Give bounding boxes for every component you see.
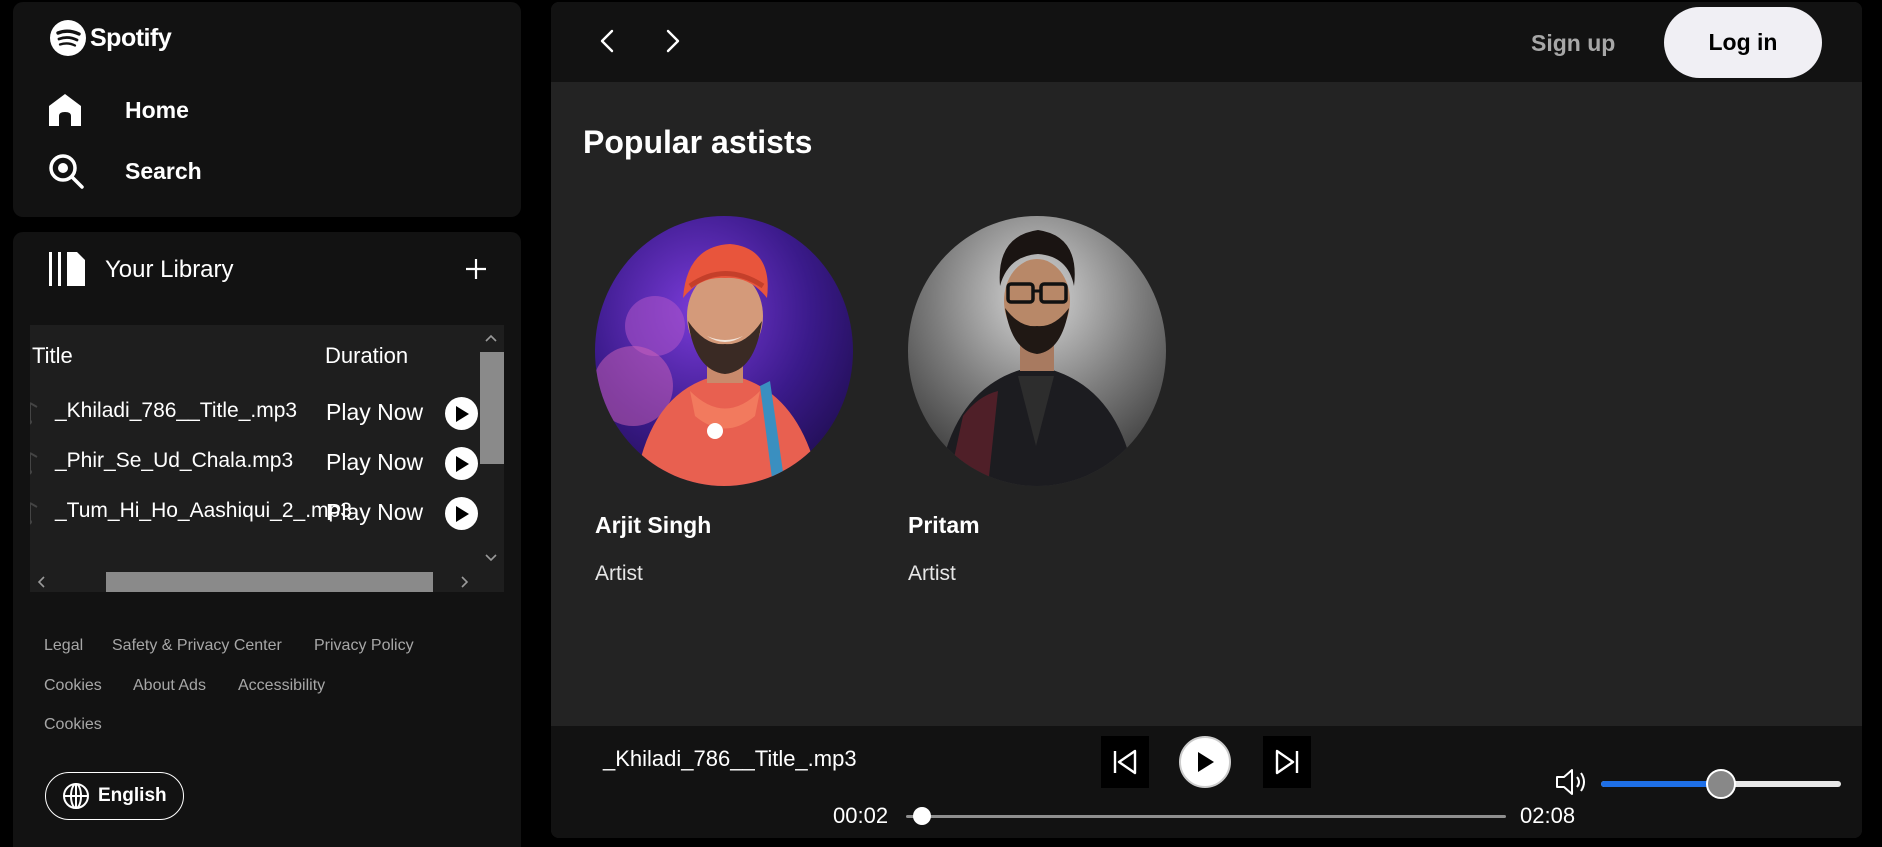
- play-icon: [455, 405, 469, 422]
- skip-previous-icon: [1113, 749, 1137, 775]
- track-title: _Khiladi_786__Title_.mp3: [55, 399, 298, 422]
- library-label: Your Library: [105, 256, 234, 283]
- artist-photo: [908, 216, 1166, 486]
- play-icon: [455, 505, 469, 522]
- nav-search[interactable]: Search: [47, 152, 202, 190]
- track-title: _Tum_Hi_Ho_Aashiqui_2_.mp3: [55, 499, 352, 522]
- plus-icon: [466, 259, 486, 279]
- track-play-button[interactable]: [445, 447, 478, 480]
- artist-name: Arjit Singh: [595, 512, 712, 538]
- artist-photo: [595, 216, 853, 486]
- nav-search-label: Search: [125, 157, 202, 184]
- track-title: _Phir_Se_Ud_Chala.mp3: [55, 449, 294, 472]
- signup-button[interactable]: Sign up: [1531, 30, 1615, 57]
- now-playing-title: _Khiladi_786__Title_.mp3: [603, 746, 857, 771]
- music-note-icon: [30, 502, 38, 525]
- footer-link-safety-privacy[interactable]: Safety & Privacy Center: [112, 637, 282, 655]
- play-icon: [1198, 752, 1214, 772]
- globe-icon: [63, 783, 89, 809]
- back-arrow-icon[interactable]: [593, 26, 623, 56]
- nav-panel: Spotify Home Search: [13, 2, 521, 217]
- volume-fill: [1601, 781, 1721, 787]
- total-time: 02:08: [1520, 803, 1576, 828]
- scroll-up-arrow-icon[interactable]: [484, 331, 498, 345]
- spotify-icon: [50, 20, 86, 56]
- section-title: Popular astists: [583, 124, 813, 160]
- library-header[interactable]: Your Library: [47, 250, 234, 288]
- track-play-button[interactable]: [445, 497, 478, 530]
- column-header-title: Title: [32, 343, 73, 368]
- footer-link-privacy-policy[interactable]: Privacy Policy: [314, 637, 414, 655]
- forward-arrow-icon[interactable]: [657, 26, 687, 56]
- play-now-link[interactable]: Play Now: [326, 449, 423, 476]
- search-icon: [49, 154, 84, 189]
- top-bar: Sign up Log in: [551, 2, 1862, 82]
- scroll-down-arrow-icon[interactable]: [484, 551, 498, 565]
- footer-link-about-ads[interactable]: About Ads: [133, 677, 206, 695]
- home-icon: [49, 94, 81, 126]
- vertical-scroll-thumb[interactable]: [480, 352, 504, 464]
- track-play-button[interactable]: [445, 397, 478, 430]
- elapsed-time: 00:02: [833, 803, 889, 828]
- footer-link-cookies[interactable]: Cookies: [44, 677, 102, 695]
- scroll-right-arrow-icon[interactable]: [458, 575, 472, 589]
- volume-knob[interactable]: [1706, 769, 1736, 799]
- column-header-duration: Duration: [325, 343, 409, 368]
- vertical-scrollbar[interactable]: [478, 325, 504, 572]
- horizontal-scroll-thumb[interactable]: [106, 572, 433, 592]
- progress-bar[interactable]: [906, 807, 1506, 825]
- add-playlist-button[interactable]: [461, 254, 491, 284]
- volume-slider[interactable]: [1601, 769, 1841, 799]
- brand-name: Spotify: [90, 23, 172, 52]
- main-content: Sign up Log in Popular astists Arjit Sin…: [551, 2, 1862, 838]
- play-now-link[interactable]: Play Now: [326, 499, 423, 526]
- scroll-left-arrow-icon[interactable]: [34, 575, 48, 589]
- player-bar: _Khiladi_786__Title_.mp3 00:02 02:08: [551, 726, 1862, 838]
- track-table: Title Duration _Khiladi_786__Title_.mp3 …: [30, 325, 478, 572]
- footer-link-cookies-2[interactable]: Cookies: [44, 716, 102, 734]
- artist-card[interactable]: Arjit Singh Artist: [583, 214, 853, 604]
- music-note-icon: [30, 452, 38, 475]
- volume-icon[interactable]: [1554, 767, 1590, 797]
- horizontal-scrollbar[interactable]: [30, 572, 504, 592]
- play-now-link[interactable]: Play Now: [326, 399, 423, 426]
- play-icon: [455, 455, 469, 472]
- artist-name: Pritam: [908, 512, 980, 538]
- footer-link-legal[interactable]: Legal: [44, 637, 83, 655]
- progress-knob[interactable]: [912, 807, 931, 825]
- nav-home[interactable]: Home: [47, 92, 189, 128]
- artist-role: Artist: [908, 562, 956, 585]
- spotify-logo[interactable]: Spotify: [50, 20, 172, 56]
- artist-role: Artist: [595, 562, 643, 585]
- track-row[interactable]: _Tum_Hi_Ho_Aashiqui_2_.mp3 Play Now: [30, 487, 478, 537]
- track-list-container[interactable]: Title Duration _Khiladi_786__Title_.mp3 …: [30, 325, 504, 592]
- skip-next-icon: [1275, 749, 1299, 775]
- play-pause-button[interactable]: [1179, 736, 1231, 788]
- library-panel: Your Library Title Duration _Khiladi_786…: [13, 232, 521, 847]
- language-button[interactable]: English: [45, 772, 184, 820]
- login-button[interactable]: Log in: [1664, 7, 1822, 78]
- previous-button[interactable]: [1101, 736, 1149, 788]
- nav-home-label: Home: [125, 96, 189, 123]
- music-note-icon: [30, 402, 38, 425]
- artist-card[interactable]: Pritam Artist: [896, 214, 1166, 604]
- footer-link-accessibility[interactable]: Accessibility: [238, 677, 325, 695]
- track-row[interactable]: _Khiladi_786__Title_.mp3 Play Now: [30, 387, 478, 437]
- library-icon: [49, 252, 85, 286]
- language-label: English: [98, 785, 167, 806]
- track-row[interactable]: _Phir_Se_Ud_Chala.mp3 Play Now: [30, 437, 478, 487]
- next-button[interactable]: [1263, 736, 1311, 788]
